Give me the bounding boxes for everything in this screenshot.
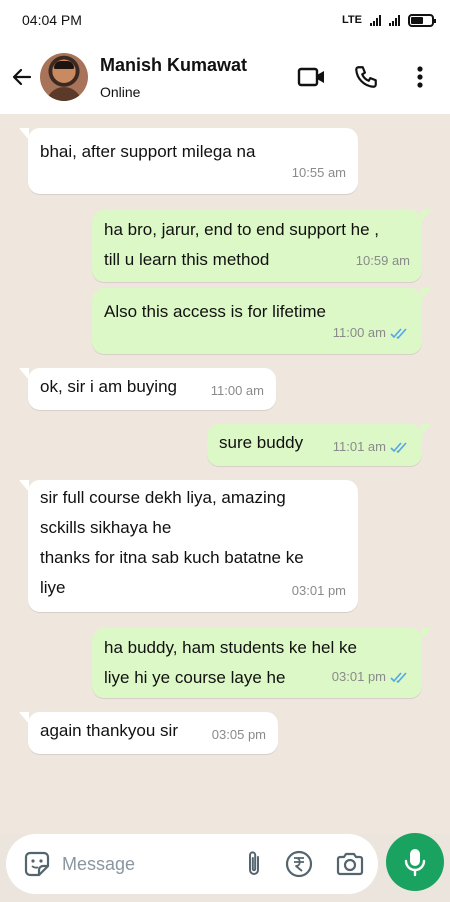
signal-icon	[370, 14, 381, 26]
mic-button[interactable]	[386, 833, 444, 891]
message-bubble-outgoing[interactable]: ha bro, jarur, end to end support he , t…	[92, 210, 431, 282]
message-bubble-incoming[interactable]: ok, sir i am buying 11:00 am	[19, 368, 276, 410]
message-bubble-outgoing[interactable]: Also this access is for lifetime 11:00 a…	[92, 288, 431, 354]
read-ticks-icon	[390, 672, 407, 683]
chat-area[interactable]: bhai, after support milega na 10:55 am h…	[0, 114, 450, 834]
attach-icon[interactable]	[244, 849, 264, 879]
contact-name: Manish Kumawat	[100, 54, 248, 75]
mic-icon	[404, 849, 426, 877]
contact-status: Online	[100, 83, 141, 100]
message-time: 03:01 pm	[291, 583, 346, 598]
status-bar: 04:04 PM LTE	[0, 0, 450, 40]
message-time: 11:00 am	[332, 325, 386, 340]
message-composer[interactable]: Message	[6, 834, 378, 894]
network-type: LTE	[342, 14, 362, 26]
sticker-icon[interactable]	[22, 849, 52, 879]
battery-icon	[408, 13, 436, 27]
message-time: 03:05 pm	[211, 727, 266, 742]
message-time: 03:01 pm	[331, 669, 386, 684]
header-actions	[296, 61, 436, 93]
message-time: 10:59 am	[355, 253, 410, 268]
rupee-payment-icon[interactable]	[284, 849, 314, 879]
more-options-icon[interactable]	[404, 61, 436, 93]
message-time: 10:55 am	[291, 165, 346, 180]
avatar[interactable]	[40, 53, 88, 101]
message-bubble-outgoing[interactable]: ha buddy, ham students ke hel ke liye hi…	[92, 628, 431, 698]
message-bubble-outgoing[interactable]: sure buddy 11:01 am	[207, 424, 431, 466]
message-input[interactable]: Message	[62, 854, 244, 875]
message-time: 11:00 am	[210, 383, 264, 398]
message-bubble-incoming[interactable]: again thankyou sir 03:05 pm	[19, 712, 278, 754]
read-ticks-icon	[390, 442, 407, 453]
signal-icon-2	[389, 14, 400, 26]
status-time: 04:04 PM	[22, 12, 82, 28]
video-call-icon[interactable]	[296, 61, 328, 93]
back-arrow-icon[interactable]	[8, 63, 36, 91]
read-ticks-icon	[390, 327, 407, 339]
contact-info[interactable]: Manish Kumawat Online	[100, 55, 296, 100]
message-bubble-incoming[interactable]: sir full course dekh liya, amazing sckil…	[19, 480, 358, 612]
message-time: 11:01 am	[332, 439, 386, 454]
camera-icon[interactable]	[334, 849, 366, 879]
message-bubble-incoming[interactable]: bhai, after support milega na 10:55 am	[19, 128, 358, 194]
voice-call-icon[interactable]	[350, 61, 382, 93]
status-indicators: LTE	[342, 13, 436, 27]
composer-actions	[244, 849, 366, 879]
chat-header: Manish Kumawat Online	[0, 40, 450, 114]
